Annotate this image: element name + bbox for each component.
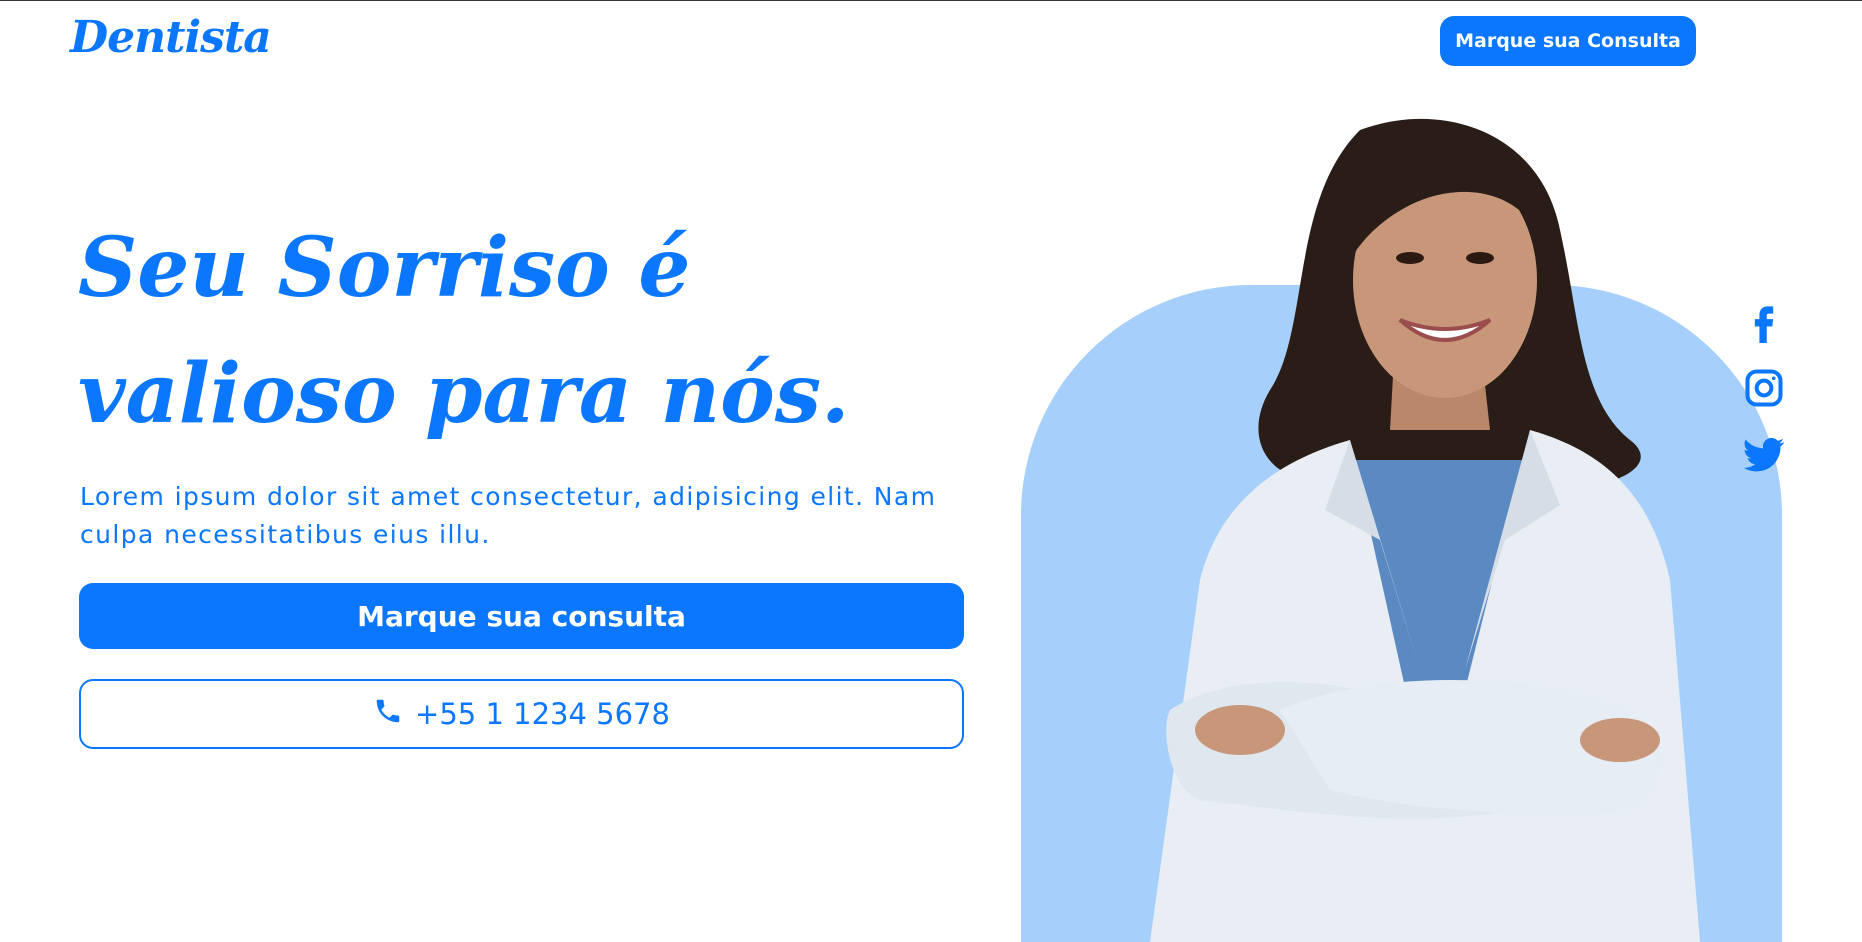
doctor-image [1150,118,1700,942]
twitter-link[interactable] [1738,430,1790,482]
twitter-icon [1742,432,1786,481]
top-border [0,0,1862,1]
facebook-icon [1742,299,1786,348]
phone-button[interactable]: +55 1 1234 5678 [79,679,964,749]
phone-icon [373,696,403,733]
phone-number: +55 1 1234 5678 [415,697,670,731]
hero-description: Lorem ipsum dolor sit amet consectetur, … [80,482,937,549]
hero-title: Seu Sorriso é valioso para nós. [78,220,850,442]
book-appointment-button[interactable]: Marque sua consulta [79,583,964,649]
book-appointment-nav-button[interactable]: Marque sua Consulta [1440,16,1696,66]
instagram-link[interactable] [1738,364,1790,416]
logo[interactable]: Dentista [70,12,272,63]
facebook-link[interactable] [1738,297,1790,349]
instagram-icon [1742,366,1786,415]
